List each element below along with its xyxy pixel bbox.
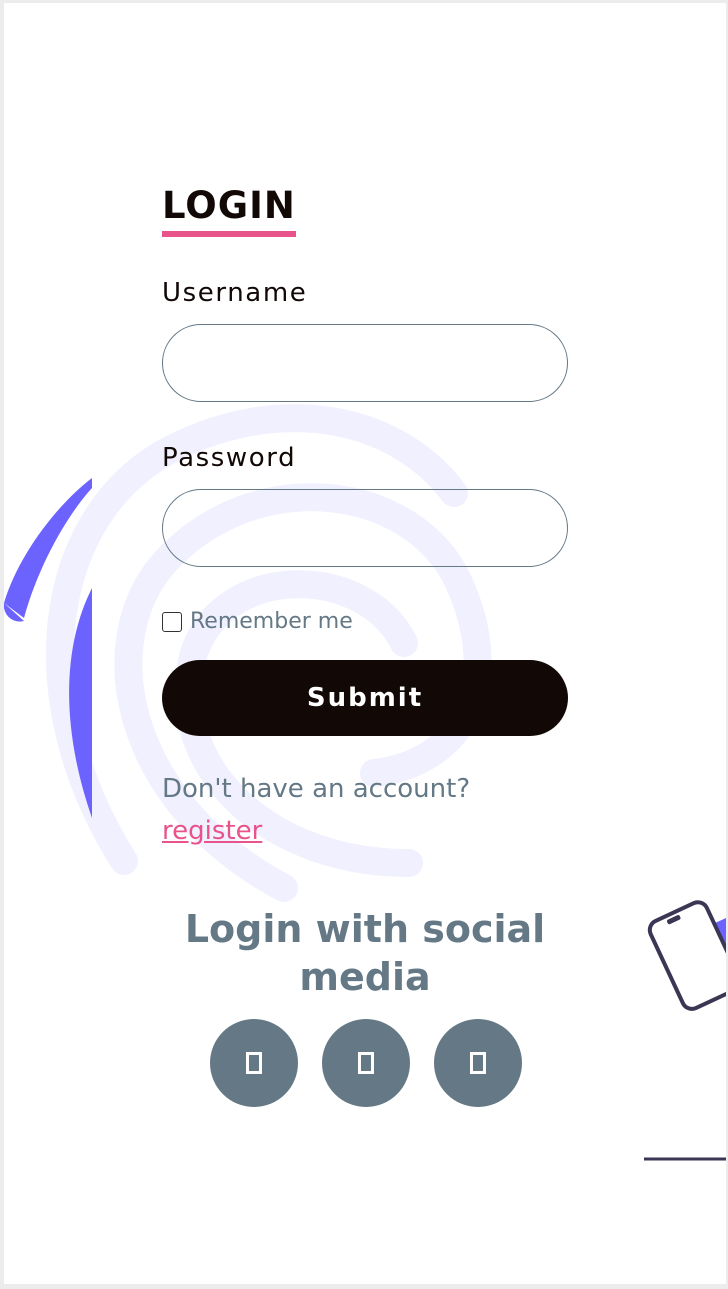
remember-checkbox[interactable]: [162, 611, 182, 632]
social-login-title: Login with social media: [184, 907, 546, 999]
password-input[interactable]: [162, 489, 568, 567]
missing-glyph-icon: [246, 1052, 262, 1074]
password-label: Password: [162, 443, 297, 473]
phone-illustration: [647, 900, 726, 1011]
register-link[interactable]: register: [162, 816, 262, 846]
missing-glyph-icon: [470, 1052, 486, 1074]
social-button-1[interactable]: [210, 1019, 298, 1107]
remember-label[interactable]: Remember me: [190, 609, 353, 634]
submit-button[interactable]: Submit: [162, 660, 568, 736]
social-button-2[interactable]: [322, 1019, 410, 1107]
username-label: Username: [162, 278, 308, 308]
missing-glyph-icon: [358, 1052, 374, 1074]
page-title: LOGIN: [162, 184, 296, 227]
social-button-3[interactable]: [434, 1019, 522, 1107]
social-buttons: [210, 1019, 522, 1107]
title-underline: [162, 231, 296, 237]
remember-me: Remember me: [162, 609, 353, 634]
login-page: LOGIN Username Password Remember me Subm…: [4, 3, 726, 1284]
username-input[interactable]: [162, 324, 568, 402]
no-account-text: Don't have an account?: [162, 774, 471, 804]
